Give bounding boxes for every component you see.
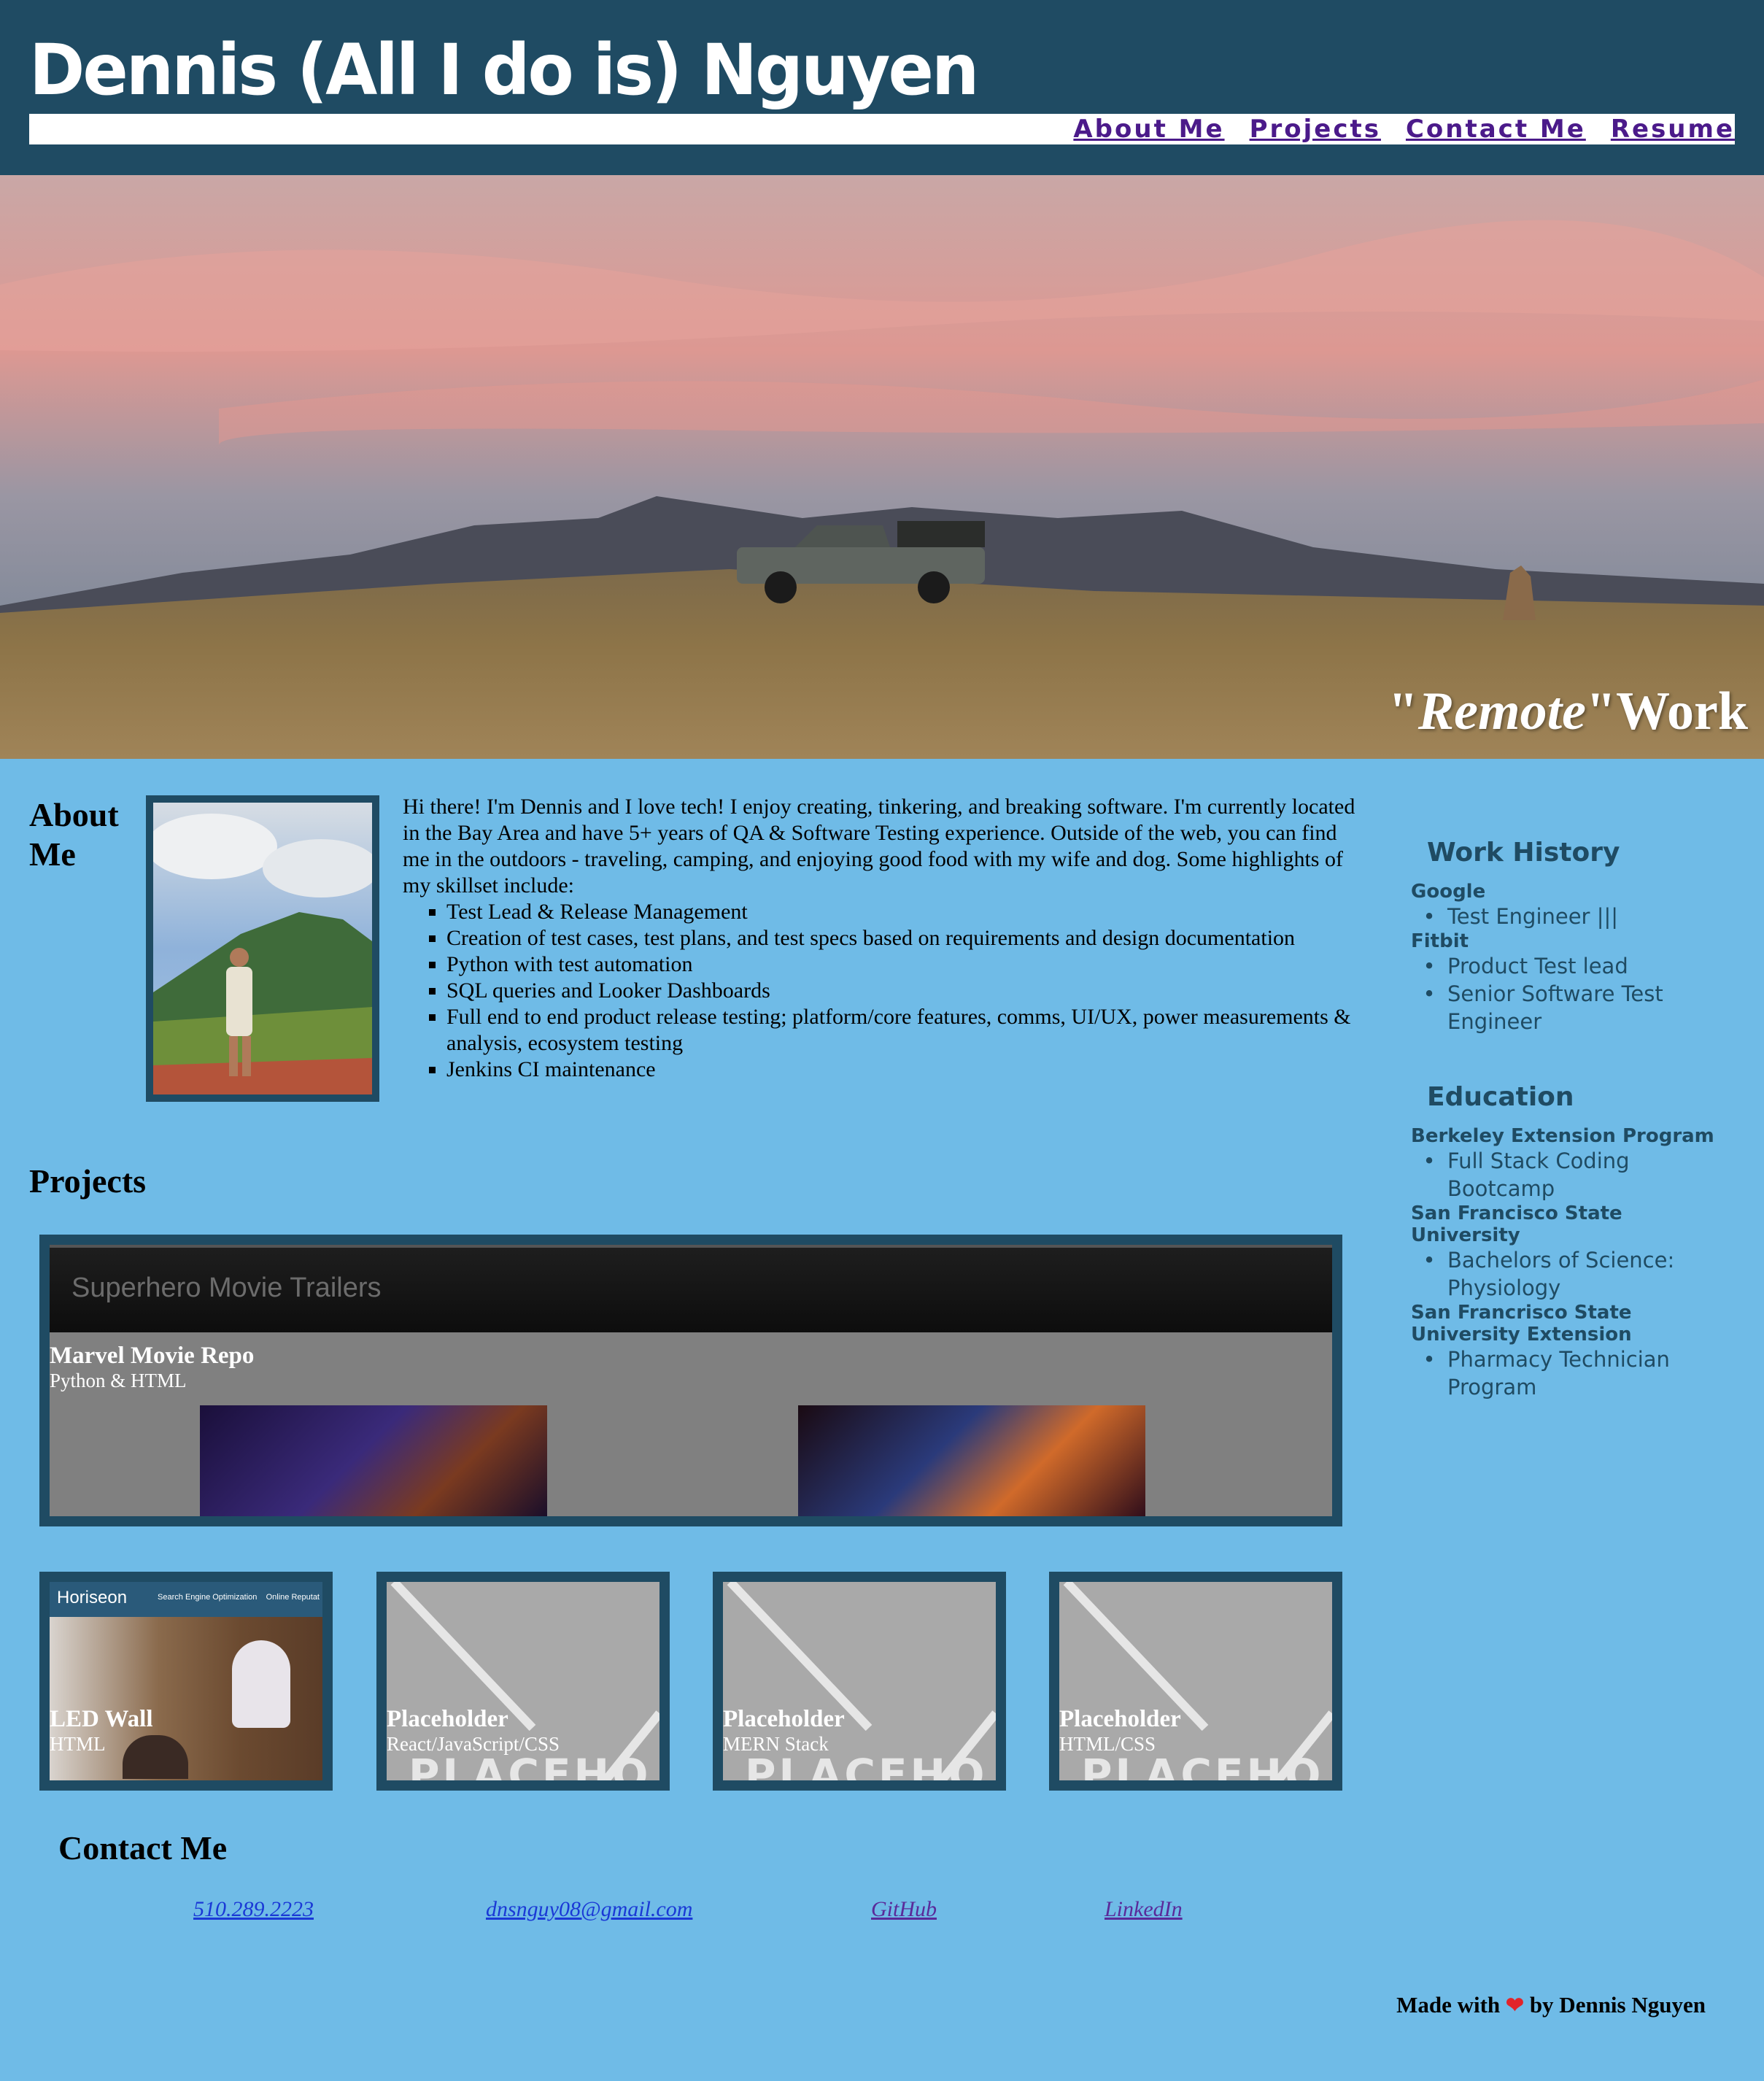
placeholder-image: PLACEHO Placeholder HTML/CSS [1059,1582,1332,1780]
skill-item: Test Lead & Release Management [446,899,1358,925]
project-tech: Python & HTML [50,1370,187,1391]
project-title: Placeholder [723,1706,845,1732]
education-item: • Pharmacy Technician Program [1423,1347,1670,1399]
project-label: Placeholder MERN Stack [723,1706,845,1756]
work-org: Fitbit [1411,930,1469,952]
education-item: • Bachelors of Science: Physiology [1423,1248,1675,1300]
nav-bar: About Me Projects Contact Me Resume [29,114,1735,144]
work-role: • Senior Software Test Engineer [1423,981,1663,1034]
education-org: San Francrisco State University Extensio… [1411,1302,1632,1345]
project-card-placeholder-2[interactable]: PLACEHO Placeholder MERN Stack [713,1572,1006,1791]
project-title: Placeholder [387,1706,508,1732]
profile-photo [146,795,379,1102]
site-title: Dennis (All I do is) Nguyen [29,29,979,112]
nav-link-about-me[interactable]: About Me [1073,115,1224,144]
project-title: LED Wall [50,1706,153,1732]
work-history-heading: Work History [1427,838,1620,868]
project-title: Placeholder [1059,1706,1181,1732]
placeholder-image: PLACEHO Placeholder React/JavaScript/CSS [387,1582,659,1780]
placeholder-image: PLACEHO Placeholder MERN Stack [723,1582,996,1780]
project-label: LED Wall HTML [50,1706,153,1756]
project-card-placeholder-1[interactable]: PLACEHO Placeholder React/JavaScript/CSS [376,1572,670,1791]
project-screenshot: Superhero Movie Trailers Marvel Movie Re… [50,1245,1332,1516]
project-title: Marvel Movie Repo [50,1343,255,1369]
project-tech: MERN Stack [723,1733,829,1755]
project-label: Placeholder HTML/CSS [1059,1706,1181,1756]
project-card-led-wall[interactable]: Horiseon Search Engine Optimization Onli… [39,1572,333,1791]
about-heading: About Me [29,796,119,873]
education-org: Berkeley Extension Program [1411,1125,1714,1147]
footer-author: by Dennis Nguyen [1529,1992,1706,2018]
skill-item: Creation of test cases, test plans, and … [446,925,1358,951]
project-label: Marvel Movie Repo Python & HTML [50,1343,254,1392]
work-org: Google [1411,881,1486,903]
phone-link[interactable]: 510.289.2223 [193,1897,314,1922]
projects-heading: Projects [29,1162,147,1200]
nav-link-projects[interactable]: Projects [1250,115,1381,144]
site-header: Dennis (All I do is) Nguyen About Me Pro… [0,0,1764,175]
work-role: • Test Engineer ||| [1423,904,1619,929]
skill-item: Full end to end product release testing;… [446,1004,1358,1057]
movie-poster [200,1405,547,1516]
email-link[interactable]: dnsnguy08@gmail.com [486,1897,692,1922]
movie-poster [798,1405,1145,1516]
footer-made-with: Made with [1396,1992,1501,2018]
about-intro: Hi there! I'm Dennis and I love tech! I … [403,795,1355,897]
contact-heading: Contact Me [58,1829,228,1866]
education-item: • Full Stack Coding Bootcamp [1423,1148,1630,1201]
screenshot-topbar: Superhero Movie Trailers [50,1245,1332,1332]
project-card-placeholder-3[interactable]: PLACEHO Placeholder HTML/CSS [1049,1572,1342,1791]
screenshot-title: Superhero Movie Trailers [71,1273,382,1303]
sidebar: Work History Google • Test Engineer ||| F… [1411,832,1717,1401]
hero-caption: "Remote"Work [1388,682,1748,741]
project-tech: React/JavaScript/CSS [387,1733,560,1755]
education-heading: Education [1427,1082,1574,1112]
hero-image [0,175,1764,759]
about-text: Hi there! I'm Dennis and I love tech! I … [403,794,1358,1083]
hero-banner: "Remote"Work [0,175,1764,759]
skill-item: Jenkins CI maintenance [446,1057,1358,1083]
project-tech: HTML/CSS [1059,1733,1156,1755]
heart-icon: ❤ [1505,1993,1525,2018]
nav-link-contact-me[interactable]: Contact Me [1406,115,1586,144]
project-label: Placeholder React/JavaScript/CSS [387,1706,560,1756]
nav-link-resume[interactable]: Resume [1611,115,1735,144]
github-link[interactable]: GitHub [871,1897,937,1922]
work-role: • Product Test lead [1423,954,1628,978]
project-screenshot: Horiseon Search Engine Optimization Onli… [50,1582,322,1780]
screenshot-nav: Search Engine Optimization Online Reputa… [158,1593,320,1602]
skills-list: Test Lead & Release Management Creation … [446,899,1358,1083]
screenshot-brand: Horiseon [57,1588,128,1607]
screenshot-topbar: Horiseon Search Engine Optimization Onli… [50,1582,322,1617]
skill-item: Python with test automation [446,951,1358,978]
footer: Made with ❤ by Dennis Nguyen [1396,1992,1706,2018]
linkedin-link[interactable]: LinkedIn [1105,1897,1183,1922]
education-org: San Francisco State University [1411,1202,1622,1246]
project-tech: HTML [50,1733,106,1755]
project-card-marvel[interactable]: Superhero Movie Trailers Marvel Movie Re… [39,1235,1342,1526]
skill-item: SQL queries and Looker Dashboards [446,978,1358,1004]
